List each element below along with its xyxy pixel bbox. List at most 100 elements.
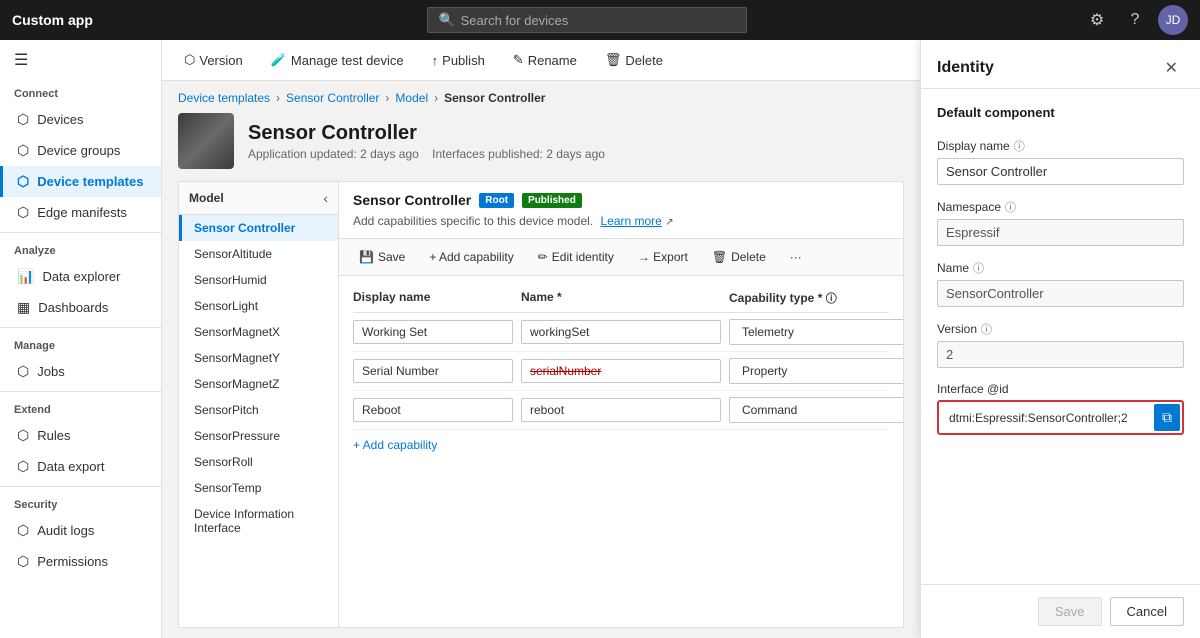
add-capability-link[interactable]: + Add capability xyxy=(353,430,889,460)
publish-button[interactable]: ↑ Publish xyxy=(426,49,491,72)
add-capability-toolbar-button[interactable]: + Add capability xyxy=(423,247,519,267)
inner-content: Device templates › Sensor Controller › M… xyxy=(162,81,920,638)
version-info-icon[interactable]: ⓘ xyxy=(981,321,992,337)
settings-button[interactable]: ⚙ xyxy=(1082,5,1112,35)
tree-item-sensor-pitch[interactable]: SensorPitch xyxy=(179,397,338,423)
sidebar-item-label-devices: Devices xyxy=(37,112,83,127)
section-connect: Connect xyxy=(0,80,161,104)
search-icon: 🔍 xyxy=(438,12,454,28)
save-capability-button[interactable]: 💾 Save xyxy=(353,247,411,267)
tree-item-sensor-altitude[interactable]: SensorAltitude xyxy=(179,241,338,267)
rename-button[interactable]: ✎ Rename xyxy=(507,48,583,72)
copy-interface-id-button[interactable]: ⧉ xyxy=(1154,404,1180,431)
namespace-input xyxy=(937,219,1184,246)
identity-save-button[interactable]: Save xyxy=(1038,597,1102,626)
display-name-label: Display name ⓘ xyxy=(937,138,1184,154)
sidebar-item-edge-manifests[interactable]: ⬡ Edge manifests xyxy=(0,197,161,228)
devices-icon: ⬡ xyxy=(17,111,29,128)
search-input[interactable] xyxy=(461,13,737,28)
delete-cap-icon: 🗑 xyxy=(712,250,727,264)
learn-more-link[interactable]: Learn more xyxy=(600,214,661,228)
display-name-input-1[interactable] xyxy=(353,359,513,383)
model-tree: Model ‹ Sensor Controller SensorAltitude… xyxy=(178,181,338,628)
name-input-1[interactable] xyxy=(521,359,721,383)
tree-item-sensor-temp[interactable]: SensorTemp xyxy=(179,475,338,501)
identity-close-button[interactable]: ✕ xyxy=(1159,56,1184,80)
permissions-icon: ⬡ xyxy=(17,553,29,570)
sidebar-item-audit-logs[interactable]: ⬡ Audit logs xyxy=(0,515,161,546)
capability-type-select-0[interactable]: Telemetry Property Command xyxy=(729,319,903,345)
name-info-icon[interactable]: ⓘ xyxy=(973,260,984,276)
table-row: Telemetry Property Command xyxy=(353,391,889,430)
user-avatar-button[interactable]: JD xyxy=(1158,5,1188,35)
panel-area: Model ‹ Sensor Controller SensorAltitude… xyxy=(178,181,904,628)
sidebar-item-label-edge-manifests: Edge manifests xyxy=(37,205,127,220)
model-tree-collapse-button[interactable]: ‹ xyxy=(323,190,328,206)
display-name-info-icon[interactable]: ⓘ xyxy=(1014,138,1025,154)
breadcrumb-device-templates[interactable]: Device templates xyxy=(178,91,270,105)
sidebar-item-rules[interactable]: ⬡ Rules xyxy=(0,420,161,451)
dashboards-icon: ▦ xyxy=(17,299,30,316)
tree-item-device-info[interactable]: Device Information Interface xyxy=(179,501,338,541)
col-name: Name * xyxy=(521,290,721,306)
capability-type-info-icon[interactable]: ⓘ xyxy=(826,293,837,305)
tree-item-sensor-magnetx[interactable]: SensorMagnetX xyxy=(179,319,338,345)
export-button[interactable]: → Export xyxy=(632,247,694,267)
sidebar-item-label-data-explorer: Data explorer xyxy=(42,269,120,284)
breadcrumb-model[interactable]: Model xyxy=(395,91,428,105)
rules-icon: ⬡ xyxy=(17,427,29,444)
capability-description: Add capabilities specific to this device… xyxy=(353,214,889,228)
sidebar-item-devices[interactable]: ⬡ Devices xyxy=(0,104,161,135)
interface-id-input[interactable] xyxy=(941,406,1150,430)
identity-header: Identity ✕ xyxy=(921,40,1200,89)
name-input-0[interactable] xyxy=(521,320,721,344)
tree-item-sensor-magnetz[interactable]: SensorMagnetZ xyxy=(179,371,338,397)
tree-item-sensor-magnety[interactable]: SensorMagnetY xyxy=(179,345,338,371)
delete-capability-button[interactable]: 🗑 Delete xyxy=(706,247,772,267)
identity-title: Identity xyxy=(937,59,994,77)
device-templates-icon: ⬡ xyxy=(17,173,29,190)
tree-item-sensor-light[interactable]: SensorLight xyxy=(179,293,338,319)
sidebar-item-jobs[interactable]: ⬡ Jobs xyxy=(0,356,161,387)
hamburger-button[interactable]: ☰ xyxy=(0,40,161,80)
capability-type-select-1[interactable]: Telemetry Property Command xyxy=(729,358,903,384)
publish-icon: ↑ xyxy=(432,53,439,68)
sidebar-item-dashboards[interactable]: ▦ Dashboards xyxy=(0,292,161,323)
display-name-input[interactable] xyxy=(937,158,1184,185)
sidebar-item-label-device-templates: Device templates xyxy=(37,174,143,189)
device-name: Sensor Controller xyxy=(248,122,605,145)
search-bar[interactable]: 🔍 xyxy=(427,7,747,33)
tree-item-sensor-pressure[interactable]: SensorPressure xyxy=(179,423,338,449)
tree-item-sensor-humid[interactable]: SensorHumid xyxy=(179,267,338,293)
version-button[interactable]: ⬡ Version xyxy=(178,48,249,72)
identity-cancel-button[interactable]: Cancel xyxy=(1110,597,1184,626)
sidebar-item-label-data-export: Data export xyxy=(37,459,104,474)
topbar: Custom app 🔍 ⚙ ? JD xyxy=(0,0,1200,40)
more-options-button[interactable]: ··· xyxy=(784,247,808,267)
manage-test-button[interactable]: 🧪 Manage test device xyxy=(265,48,410,72)
breadcrumb-sensor-controller[interactable]: Sensor Controller xyxy=(286,91,379,105)
edit-identity-button[interactable]: ✏ Edit identity xyxy=(532,247,620,267)
identity-panel: Identity ✕ Default component Display nam… xyxy=(920,40,1200,638)
name-input-2[interactable] xyxy=(521,398,721,422)
sidebar-item-data-explorer[interactable]: 📊 Data explorer xyxy=(0,261,161,292)
sidebar-item-device-templates[interactable]: ⬡ Device templates xyxy=(0,166,161,197)
sidebar-item-device-groups[interactable]: ⬡ Device groups xyxy=(0,135,161,166)
help-button[interactable]: ? xyxy=(1120,5,1150,35)
namespace-info-icon[interactable]: ⓘ xyxy=(1005,199,1016,215)
rename-icon: ✎ xyxy=(513,52,524,68)
tree-item-sensor-controller[interactable]: Sensor Controller xyxy=(179,215,338,241)
display-name-input-2[interactable] xyxy=(353,398,513,422)
sidebar-item-permissions[interactable]: ⬡ Permissions xyxy=(0,546,161,577)
delete-button[interactable]: 🗑 Delete xyxy=(599,48,669,72)
breadcrumb: Device templates › Sensor Controller › M… xyxy=(178,91,904,105)
capability-type-select-2[interactable]: Telemetry Property Command xyxy=(729,397,903,423)
col-display-name: Display name xyxy=(353,290,513,306)
tree-item-sensor-roll[interactable]: SensorRoll xyxy=(179,449,338,475)
sidebar-item-data-export[interactable]: ⬡ Data export xyxy=(0,451,161,482)
col-capability-type: Capability type * ⓘ xyxy=(729,290,903,306)
main-layout: ☰ Connect ⬡ Devices ⬡ Device groups ⬡ De… xyxy=(0,40,1200,638)
test-icon: 🧪 xyxy=(271,52,287,68)
name-field: Name ⓘ xyxy=(937,260,1184,307)
display-name-input-0[interactable] xyxy=(353,320,513,344)
